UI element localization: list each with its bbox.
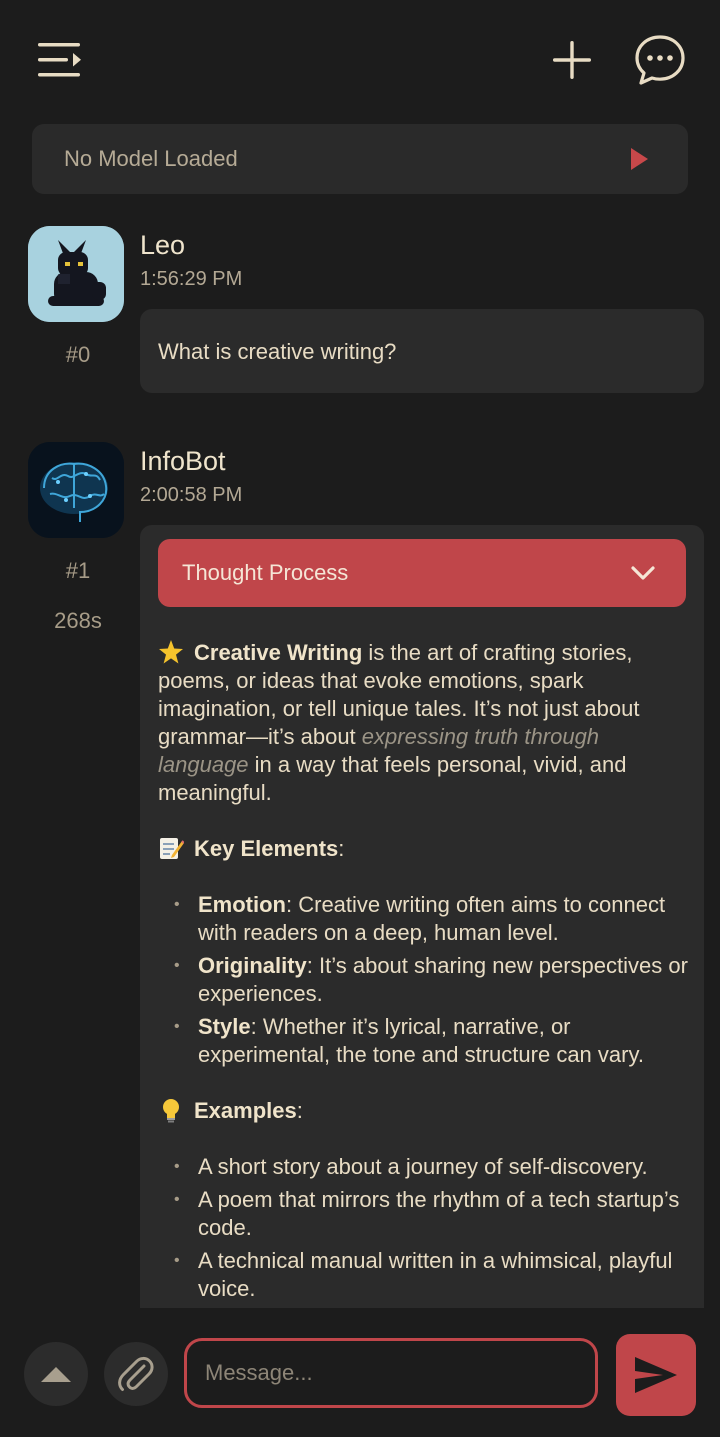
intro-paragraph: Creative Writing is the art of crafting … (158, 639, 688, 807)
lightbulb-icon (163, 1099, 179, 1123)
list-item: A poem that mirrors the rhythm of a tech… (174, 1186, 688, 1242)
paperclip-icon (118, 1356, 154, 1391)
top-bar (0, 0, 720, 120)
message-list[interactable]: #0 Leo 1:56:29 PM What is creative writi… (0, 208, 720, 1308)
key-elements-list: Emotion: Creative writing often aims to … (158, 891, 688, 1069)
list-item-desc: : Whether it’s lyrical, narrative, or ex… (198, 1014, 644, 1067)
message-index: #1 (65, 558, 91, 583)
list-item: Style: Whether it’s lyrical, narrative, … (174, 1013, 688, 1069)
message-content: Creative Writing is the art of crafting … (158, 639, 688, 1308)
black-cat-avatar[interactable] (28, 226, 124, 322)
chat-bubble-icon (635, 35, 685, 85)
chevron-down-icon (631, 566, 655, 580)
list-item-term: Originality (198, 953, 307, 978)
message-text: What is creative writing? (158, 339, 397, 364)
generation-duration: 268s (54, 608, 102, 633)
plus-icon (553, 41, 591, 79)
menu-button[interactable] (30, 36, 90, 84)
memo-icon (160, 838, 184, 859)
chevron-up-icon (41, 1367, 71, 1382)
attach-button[interactable] (104, 1342, 168, 1406)
heading-colon: : (338, 836, 345, 861)
model-selector[interactable]: No Model Loaded (32, 124, 688, 194)
list-item-term: Emotion (198, 892, 286, 917)
list-item: Originality: It’s about sharing new pers… (174, 952, 688, 1008)
examples-list: A short story about a journey of self-di… (158, 1153, 688, 1303)
chat-screen: No Model Loaded #0 Leo 1:56:29 PM What i… (0, 0, 720, 1437)
list-item: Emotion: Creative writing often aims to … (174, 891, 688, 947)
heading-colon: : (296, 1098, 303, 1123)
key-elements-title: Key Elements (194, 836, 339, 861)
intro-bold-term: Creative Writing (194, 640, 363, 665)
chats-button[interactable] (630, 32, 690, 88)
list-item: A short story about a journey of self-di… (174, 1153, 688, 1181)
new-chat-button[interactable] (542, 32, 602, 88)
thought-process-toggle[interactable]: Thought Process (158, 539, 686, 607)
sender-name: Leo (140, 230, 186, 260)
message-time: 2:00:58 PM (140, 484, 243, 506)
message-bubble[interactable]: What is creative writing? (140, 309, 704, 393)
message-time: 1:56:29 PM (140, 268, 243, 290)
send-icon (635, 1357, 677, 1393)
star-icon (159, 640, 183, 664)
list-item: A technical manual written in a whimsica… (174, 1247, 688, 1303)
scroll-up-button[interactable] (24, 1342, 88, 1406)
sender-name: InfoBot (140, 446, 226, 476)
examples-heading: Examples: (158, 1097, 688, 1125)
model-status-label: No Model Loaded (64, 146, 238, 171)
message-index: #0 (65, 342, 91, 367)
play-icon (631, 148, 648, 170)
thought-process-label: Thought Process (182, 560, 349, 585)
key-elements-heading: Key Elements: (158, 835, 688, 863)
brain-avatar[interactable] (28, 442, 124, 538)
list-item-term: Style (198, 1014, 251, 1039)
examples-title: Examples (194, 1098, 297, 1123)
menu-collapse-icon (38, 43, 81, 77)
send-button[interactable] (616, 1334, 696, 1416)
message-item: #1 268s InfoBot 2:00:58 PM Thought Proce… (0, 424, 720, 1308)
composer-bar (0, 1310, 720, 1437)
message-bubble[interactable]: Thought Process Creative Writing is the … (140, 525, 704, 1308)
message-item: #0 Leo 1:56:29 PM What is creative writi… (0, 208, 720, 408)
message-input[interactable] (184, 1338, 598, 1408)
